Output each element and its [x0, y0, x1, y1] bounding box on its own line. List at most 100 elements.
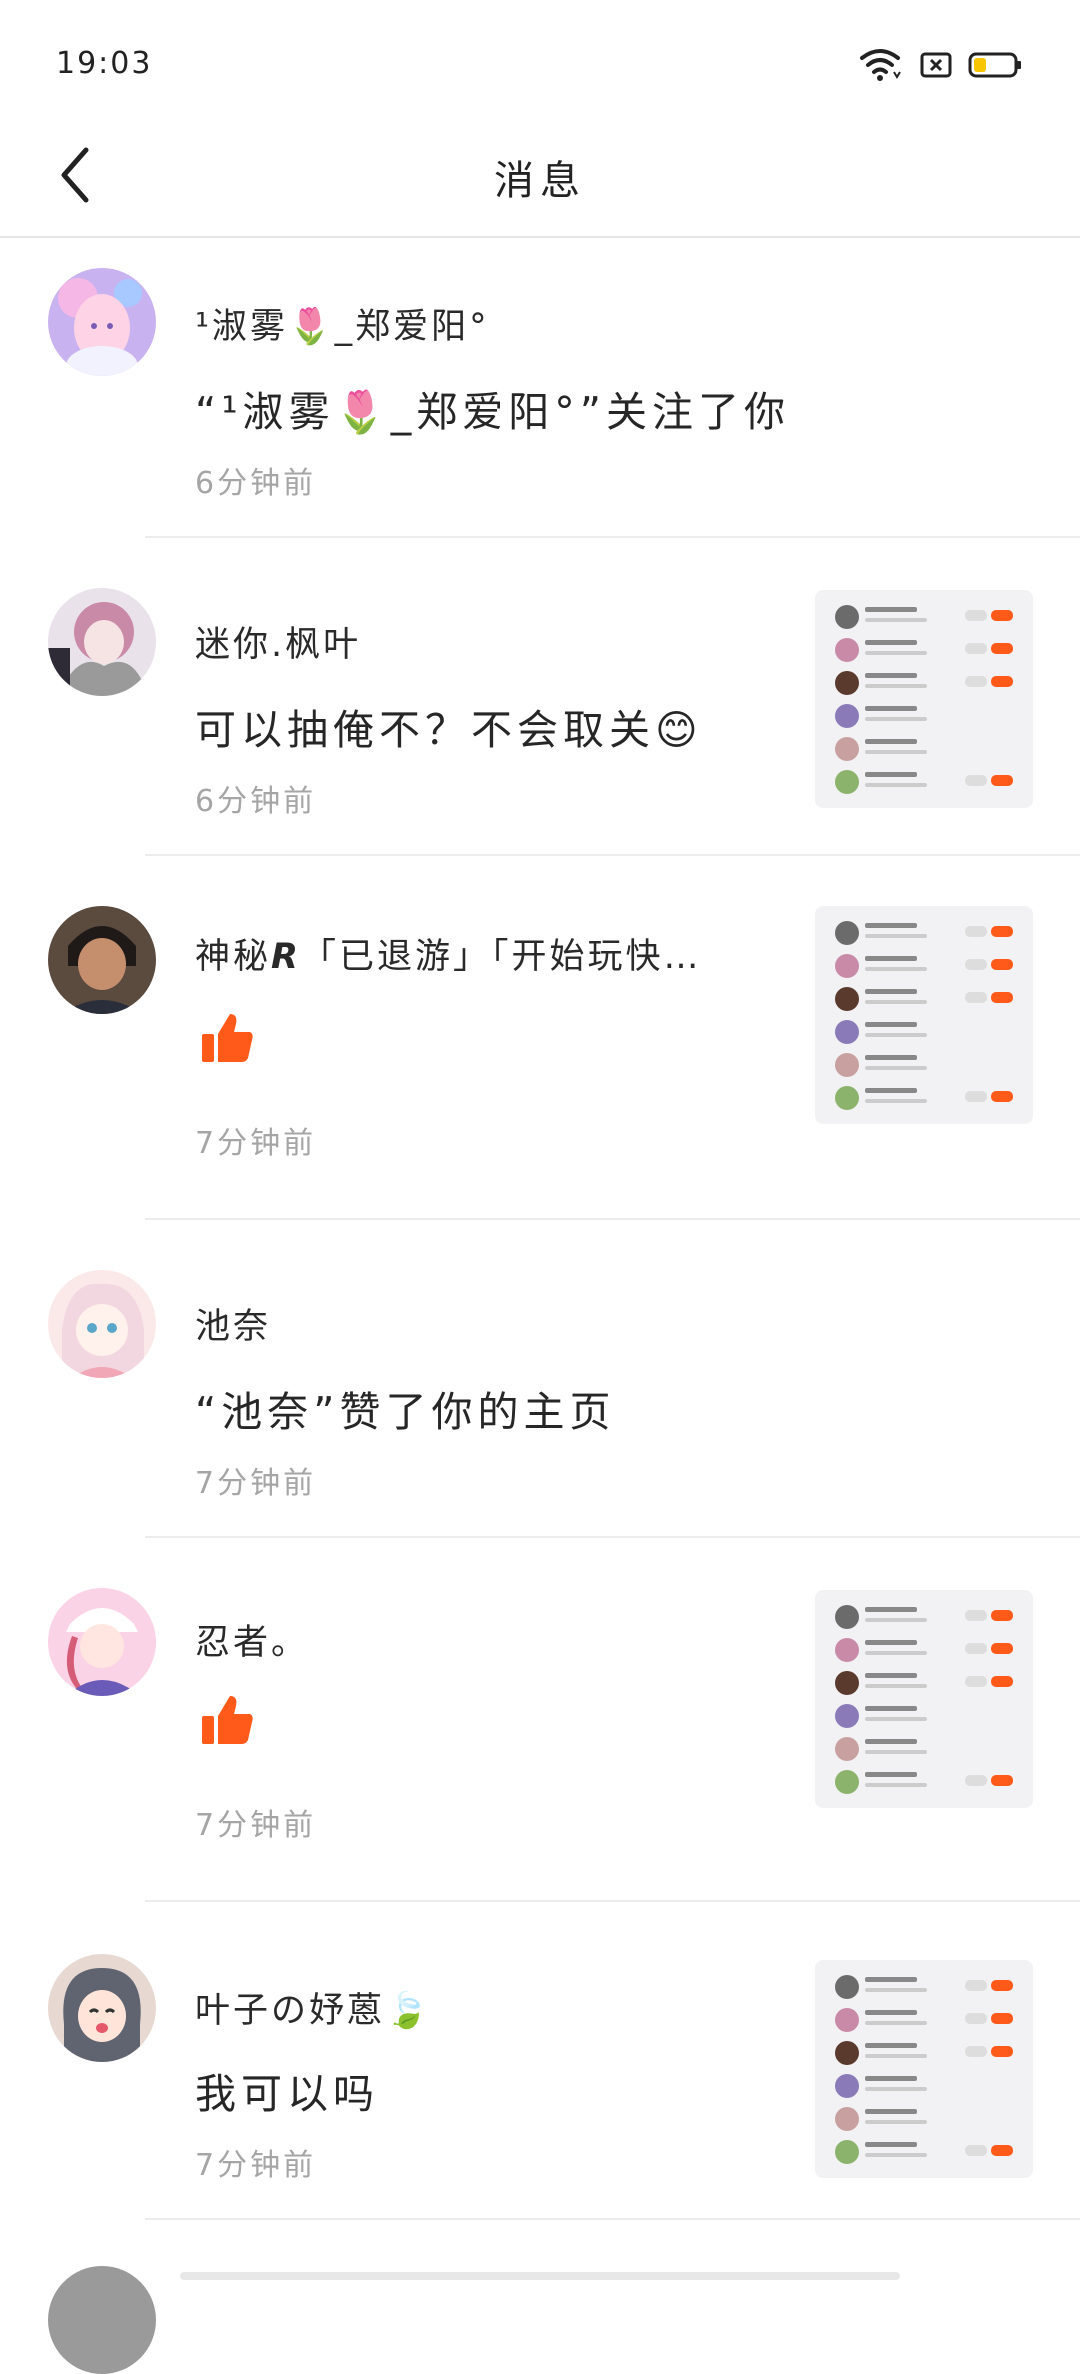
preview-row — [833, 699, 1015, 732]
preview-avatar — [835, 671, 859, 695]
message-list: ¹淑雾🌷_郑爱阳° “¹淑雾🌷_郑爱阳°”关注了你 6分钟前 迷你.枫叶 可以抽… — [0, 240, 1080, 2220]
preview-pill — [965, 2013, 987, 2024]
message-time: 6分钟前 — [195, 784, 317, 819]
preview-line — [865, 2120, 927, 2124]
preview-pill — [991, 1775, 1013, 1786]
preview-row — [833, 949, 1015, 982]
message-text: 我可以吗 — [195, 2070, 379, 2118]
preview-line — [865, 1673, 917, 1678]
preview-row — [833, 1600, 1015, 1633]
preview-line — [865, 1706, 917, 1711]
preview-line — [865, 1099, 927, 1103]
message-item[interactable]: 忍者。 7分钟前 — [0, 1538, 1080, 1902]
preview-avatar — [835, 1053, 859, 1077]
battery-icon — [968, 52, 1021, 78]
avatar[interactable] — [48, 1954, 156, 2062]
preview-avatar — [835, 1737, 859, 1761]
preview-avatar — [835, 1020, 859, 1044]
preview-avatar — [835, 2140, 859, 2164]
preview-line — [865, 1088, 917, 1093]
preview-pill — [991, 2145, 1013, 2156]
message-time: 7分钟前 — [195, 1466, 317, 1501]
preview-row — [833, 2102, 1015, 2135]
preview-avatar — [835, 638, 859, 662]
preview-line — [865, 2021, 927, 2025]
preview-line — [865, 923, 917, 928]
avatar[interactable] — [48, 268, 156, 376]
post-preview-thumbnail[interactable] — [815, 590, 1033, 808]
preview-row — [833, 600, 1015, 633]
preview-line — [865, 684, 927, 688]
preview-row — [833, 916, 1015, 949]
preview-line — [865, 1717, 927, 1721]
preview-line — [865, 989, 917, 994]
preview-row — [833, 1633, 1015, 1666]
preview-pill — [991, 1676, 1013, 1687]
message-item[interactable]: 神秘𝙍「已退游」「开始玩快… 7分钟前 — [0, 856, 1080, 1220]
preview-line — [865, 1651, 927, 1655]
preview-avatar — [835, 1086, 859, 1110]
preview-pill — [965, 775, 987, 786]
preview-line — [865, 706, 917, 711]
preview-line — [865, 1618, 927, 1622]
sim-off-icon — [920, 52, 952, 78]
preview-pill — [965, 1775, 987, 1786]
sender-name: 忍者。 — [195, 1623, 310, 1663]
avatar[interactable] — [48, 588, 156, 696]
avatar[interactable] — [48, 906, 156, 1014]
preview-line — [865, 1033, 927, 1037]
post-preview-thumbnail[interactable] — [815, 906, 1033, 1124]
post-preview-thumbnail[interactable] — [815, 1590, 1033, 1808]
message-text: “池奈”赞了你的主页 — [195, 1388, 616, 1436]
avatar[interactable] — [48, 1270, 156, 1378]
preview-avatar — [835, 1638, 859, 1662]
preview-line — [865, 1977, 917, 1982]
preview-line — [865, 1055, 917, 1060]
message-item-partial[interactable] — [0, 2250, 1080, 2374]
divider — [145, 2218, 1080, 2220]
preview-line — [865, 651, 927, 655]
preview-row — [833, 1970, 1015, 2003]
preview-avatar — [835, 737, 859, 761]
preview-row — [833, 1666, 1015, 1699]
preview-pill — [965, 1610, 987, 1621]
preview-pill — [991, 1091, 1013, 1102]
preview-pill — [965, 1091, 987, 1102]
preview-line — [865, 1684, 927, 1688]
message-item[interactable]: 迷你.枫叶 可以抽俺不？不会取关😊 6分钟前 — [0, 538, 1080, 856]
preview-pill — [965, 2046, 987, 2057]
message-item[interactable]: 池奈 “池奈”赞了你的主页 7分钟前 — [0, 1220, 1080, 1538]
preview-line — [865, 1750, 927, 1754]
preview-pill — [991, 1610, 1013, 1621]
preview-strip — [180, 2272, 900, 2280]
page-title: 消息 — [494, 158, 586, 204]
message-item[interactable]: ¹淑雾🌷_郑爱阳° “¹淑雾🌷_郑爱阳°”关注了你 6分钟前 — [0, 240, 1080, 538]
wifi-icon — [860, 49, 901, 81]
preview-line — [865, 1739, 917, 1744]
preview-avatar — [835, 2008, 859, 2032]
preview-row — [833, 1015, 1015, 1048]
message-time: 6分钟前 — [195, 466, 317, 501]
avatar[interactable] — [48, 2266, 156, 2374]
preview-line — [865, 967, 927, 971]
preview-avatar — [835, 2041, 859, 2065]
sender-name: 神秘𝙍「已退游」「开始玩快… — [195, 937, 702, 977]
preview-pill — [965, 926, 987, 937]
preview-line — [865, 607, 917, 612]
preview-line — [865, 2153, 927, 2157]
preview-line — [865, 1988, 927, 1992]
status-time: 19:03 — [56, 46, 153, 81]
preview-pill — [991, 1643, 1013, 1654]
preview-line — [865, 2087, 927, 2091]
preview-line — [865, 640, 917, 645]
message-time: 7分钟前 — [195, 1126, 317, 1161]
post-preview-thumbnail[interactable] — [815, 1960, 1033, 2178]
preview-pill — [991, 643, 1013, 654]
preview-avatar — [835, 1770, 859, 1794]
avatar[interactable] — [48, 1588, 156, 1696]
preview-pill — [965, 676, 987, 687]
preview-avatar — [835, 1975, 859, 1999]
preview-line — [865, 2109, 917, 2114]
message-item[interactable]: 叶子の妤蒽🍃 我可以吗 7分钟前 — [0, 1902, 1080, 2220]
preview-avatar — [835, 1671, 859, 1695]
